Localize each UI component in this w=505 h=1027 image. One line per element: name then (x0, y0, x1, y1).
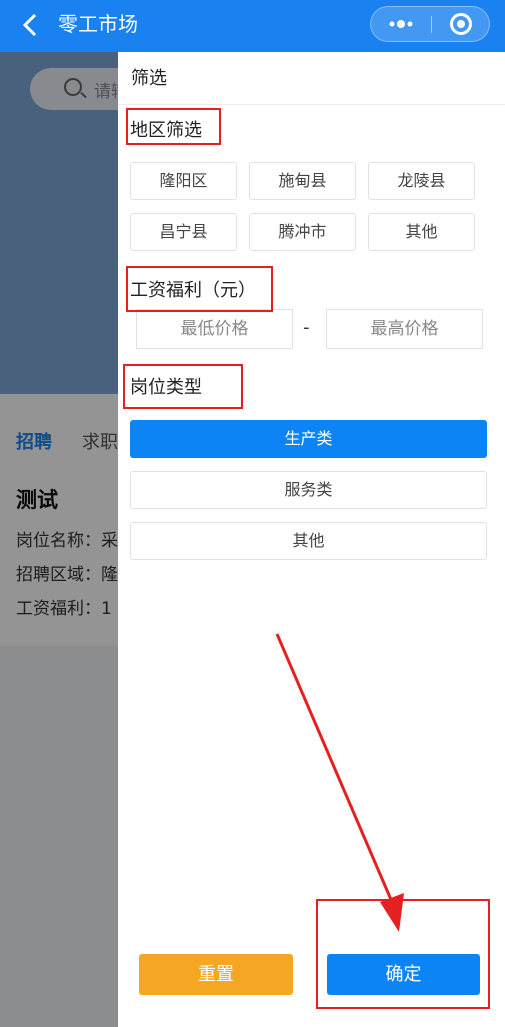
annotation-arrow-icon (275, 633, 404, 932)
mini-program-page: 零工市场 请输 招聘 求职 测试 岗位名称：采 招聘区域：隆 工资福利：1 筛选… (0, 0, 505, 1027)
